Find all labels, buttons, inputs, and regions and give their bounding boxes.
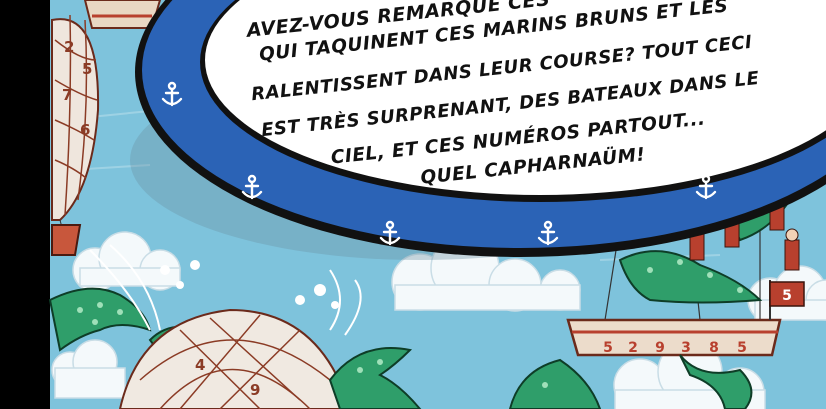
balloon-number-5: 4 <box>195 356 205 374</box>
boat-number-5: 8 <box>709 340 719 356</box>
boat-number-6: 5 <box>737 340 747 356</box>
boat-number-3: 9 <box>655 340 665 356</box>
balloon-number-1: 2 <box>64 38 74 56</box>
balloon-number-3: 7 <box>62 86 72 104</box>
balloon-number-2: 5 <box>82 60 92 78</box>
balloon-number-6: 9 <box>250 381 260 399</box>
anchor-icon <box>379 220 401 246</box>
anchor-icon <box>241 174 263 200</box>
anchor-icon <box>537 220 559 246</box>
number-layer: 5 2 9 3 8 5 5 2 5 7 6 4 9 <box>62 38 826 399</box>
flag-number: 5 <box>782 288 792 304</box>
balloon-number-4: 6 <box>80 121 90 139</box>
anchor-icon <box>161 81 183 107</box>
boat-number-2: 2 <box>628 340 638 356</box>
boat-number-1: 5 <box>603 340 613 356</box>
anchor-icon <box>805 94 826 120</box>
illustration-scene: 5 2 9 3 8 5 5 2 5 7 6 4 9 AVEZ-VOUS REMA… <box>0 0 826 409</box>
boat-number-4: 3 <box>681 340 691 356</box>
anchor-icon <box>695 174 717 200</box>
